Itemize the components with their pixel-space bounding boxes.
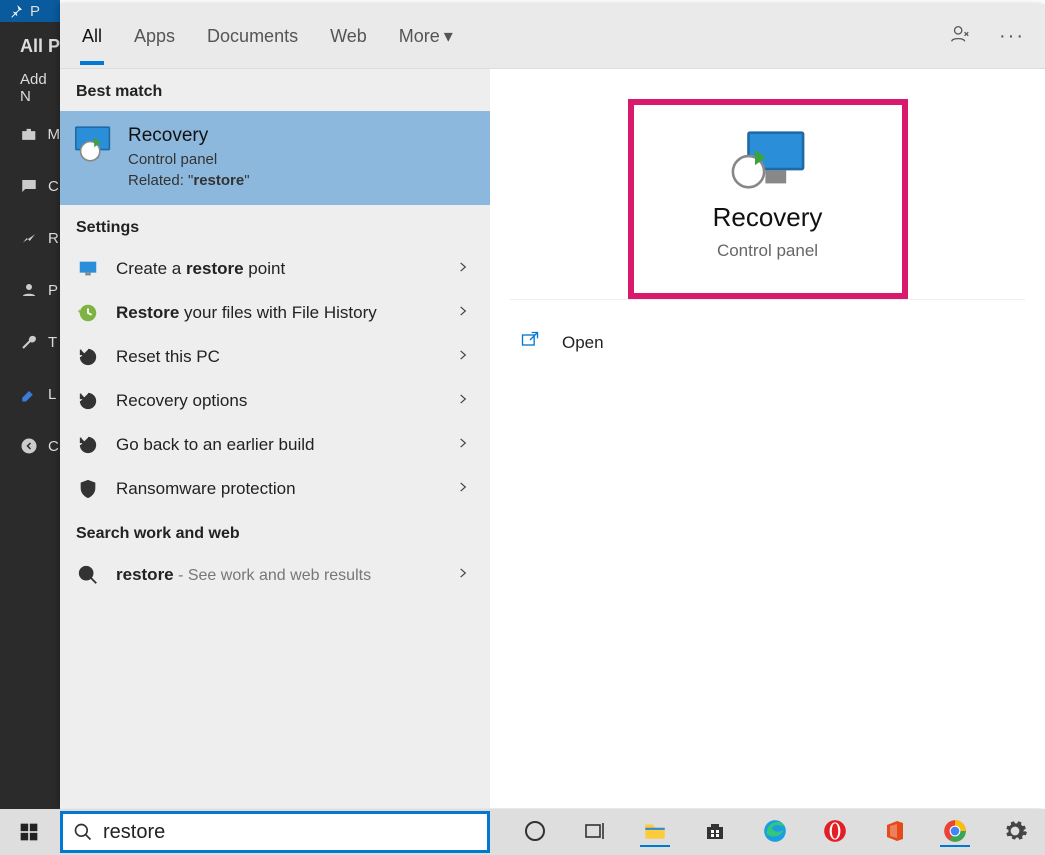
background-sidebar: P All P Add N M C R P T L C	[0, 0, 60, 809]
bg-item-c[interactable]: C	[0, 160, 60, 212]
task-view-icon[interactable]	[580, 817, 610, 847]
taskbar-search-input[interactable]	[103, 821, 477, 844]
search-icon	[73, 822, 93, 842]
recovery-icon	[76, 125, 114, 163]
opera-icon[interactable]	[820, 817, 850, 847]
start-button[interactable]	[0, 809, 58, 855]
bg-item-t[interactable]: T	[0, 316, 60, 368]
settings-item-label: Recovery options	[116, 391, 440, 411]
recovery-icon-large	[731, 131, 804, 188]
action-open-label: Open	[562, 333, 604, 353]
settings-item-label: Go back to an earlier build	[116, 435, 440, 455]
tab-documents[interactable]: Documents	[205, 8, 300, 65]
settings-item-3[interactable]: Recovery options	[60, 379, 490, 423]
settings-item-2[interactable]: Reset this PC	[60, 335, 490, 379]
chat-icon	[20, 177, 38, 195]
bg-item-r[interactable]: R	[0, 212, 60, 264]
settings-item-label: Create a restore point	[116, 259, 440, 279]
chevron-right-icon	[456, 392, 474, 411]
settings-item-4[interactable]: Go back to an earlier build	[60, 423, 490, 467]
preview-card: Recovery Control panel	[628, 99, 908, 299]
search-topbar: All Apps Documents Web More▾ ···	[60, 4, 1045, 69]
section-best-match: Best match	[60, 69, 490, 111]
edge-icon[interactable]	[760, 817, 790, 847]
settings-item-label: Restore your files with File History	[116, 303, 440, 323]
recovery-icon	[76, 433, 100, 457]
settings-item-0[interactable]: Create a restore point	[60, 247, 490, 291]
more-options-icon[interactable]: ···	[999, 25, 1025, 48]
settings-gear-icon[interactable]	[1000, 817, 1030, 847]
tab-all[interactable]: All	[80, 8, 104, 65]
all-header: All P	[0, 22, 60, 68]
briefcase-icon	[20, 125, 38, 143]
best-match-item[interactable]: Recovery Control panel Related: "restore…	[60, 111, 490, 205]
monitor-icon	[76, 257, 100, 281]
best-match-related: Related: "restore"	[128, 172, 250, 189]
taskbar-icons	[520, 817, 1030, 847]
account-icon[interactable]	[949, 23, 971, 50]
preview-subtitle: Control panel	[717, 241, 818, 261]
results-list: Best match Recovery Control panel Relate…	[60, 69, 490, 808]
taskbar-search-box[interactable]	[60, 811, 490, 853]
office-icon[interactable]	[880, 817, 910, 847]
settings-item-5[interactable]: Ransomware protection	[60, 467, 490, 511]
add-row[interactable]: Add N	[0, 68, 60, 108]
open-icon	[520, 330, 540, 355]
pin-label: P	[30, 3, 40, 20]
wrench-icon	[20, 333, 38, 351]
bg-item-p[interactable]: P	[0, 264, 60, 316]
recovery-icon	[76, 345, 100, 369]
recovery-icon	[76, 389, 100, 413]
bg-item-l[interactable]: L	[0, 368, 60, 420]
chevron-right-icon	[456, 566, 474, 585]
chevron-right-icon	[456, 480, 474, 499]
pin-icon	[8, 3, 24, 19]
back-circle-icon	[20, 437, 38, 455]
caret-down-icon: ▾	[444, 26, 453, 47]
settings-item-label: Reset this PC	[116, 347, 440, 367]
eraser-icon	[20, 385, 38, 403]
cortana-icon[interactable]	[520, 817, 550, 847]
chevron-right-icon	[456, 304, 474, 323]
best-match-subtitle: Control panel	[128, 151, 250, 168]
search-panel: All Apps Documents Web More▾ ··· Best ma…	[60, 4, 1045, 808]
chevron-right-icon	[456, 436, 474, 455]
tab-more[interactable]: More▾	[397, 8, 455, 65]
stats-icon	[20, 229, 38, 247]
shield-icon	[76, 477, 100, 501]
file-explorer-icon[interactable]	[640, 817, 670, 847]
tab-web[interactable]: Web	[328, 8, 369, 65]
chevron-right-icon	[456, 260, 474, 279]
taskbar	[0, 809, 1045, 855]
bg-item-m[interactable]: M	[0, 108, 60, 160]
action-open[interactable]: Open	[510, 299, 1025, 385]
person-icon	[20, 281, 38, 299]
tab-apps[interactable]: Apps	[132, 8, 177, 65]
search-tabs: All Apps Documents Web More▾	[80, 8, 455, 65]
chrome-icon[interactable]	[940, 817, 970, 847]
settings-item-label: Ransomware protection	[116, 479, 440, 499]
search-icon	[76, 563, 100, 587]
preview-title: Recovery	[713, 202, 823, 233]
web-search-item[interactable]: restore - See work and web results	[60, 553, 490, 597]
microsoft-store-icon[interactable]	[700, 817, 730, 847]
settings-item-1[interactable]: Restore your files with File History	[60, 291, 490, 335]
preview-pane: Recovery Control panel Open	[490, 69, 1045, 808]
history-icon	[76, 301, 100, 325]
bg-item-c2[interactable]: C	[0, 420, 60, 472]
chevron-right-icon	[456, 348, 474, 367]
web-search-text: restore - See work and web results	[116, 565, 440, 585]
best-match-title: Recovery	[128, 125, 250, 147]
windows-icon	[19, 822, 39, 842]
section-settings: Settings	[60, 205, 490, 247]
pinned-header: P	[0, 0, 60, 22]
section-search-web: Search work and web	[60, 511, 490, 553]
